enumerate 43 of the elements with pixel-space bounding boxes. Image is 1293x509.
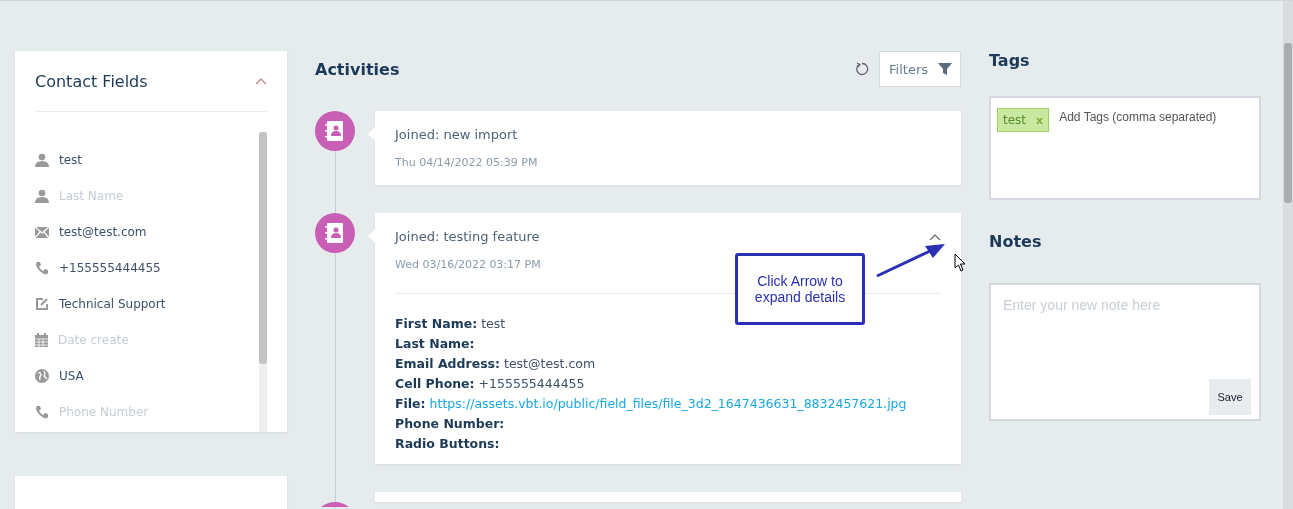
scrollbar[interactable]	[259, 132, 267, 432]
activity-title: Joined: new import	[395, 127, 518, 142]
field-value[interactable]: +155555444455	[59, 261, 161, 275]
globe-icon	[35, 369, 49, 383]
detail-line: First Name: test	[395, 315, 507, 333]
save-button[interactable]: Save	[1209, 379, 1251, 415]
filters-button[interactable]: Filters	[879, 51, 961, 87]
contact-book-icon	[315, 111, 355, 151]
phone-icon	[35, 261, 49, 275]
section-title: Activities	[315, 59, 400, 79]
detail-line: Radio Buttons:	[395, 435, 501, 453]
refresh-icon[interactable]	[855, 62, 870, 76]
detail-line: File: https://assets.vbt.io/public/field_files/file_3d2_1647436631_8832457621.jpg	[395, 395, 908, 413]
activity-title: Joined: testing feature	[395, 229, 540, 244]
envelope-icon	[35, 226, 49, 238]
field-value[interactable]: test	[59, 153, 83, 167]
tags-field[interactable]: test x Add Tags (comma separated)	[989, 96, 1261, 200]
annotation-callout: Click Arrow to expand details	[735, 253, 865, 325]
section-title: Tags	[989, 51, 1031, 70]
edit-icon	[35, 297, 49, 311]
field-value[interactable]: test@test.com	[59, 225, 147, 239]
tag-chip[interactable]: test x	[997, 108, 1050, 132]
file-link[interactable]: https://assets.vbt.io/public/field_files/file_3d2_1647436631_8832457621.jpg	[429, 396, 907, 411]
section-title: Notes	[989, 232, 1043, 251]
chevron-icon[interactable]	[255, 77, 267, 85]
card-title: Contact Fields	[35, 71, 148, 91]
field-value[interactable]: USA	[59, 369, 84, 383]
detail-line: Cell Phone: +155555444455	[395, 375, 586, 393]
person-icon	[35, 189, 49, 203]
filter-icon[interactable]	[938, 62, 952, 76]
activity-date: Thu 04/14/2022 05:39 PM	[395, 156, 538, 169]
caret-icon[interactable]	[929, 232, 941, 241]
phone-icon	[35, 405, 49, 419]
person-icon	[35, 153, 49, 167]
calendar-icon	[35, 333, 48, 347]
scrollbar[interactable]	[1283, 1, 1293, 509]
contact-book-icon	[315, 213, 355, 253]
annotation-arrow	[875, 243, 947, 279]
detail-line: Email Address: test@test.com	[395, 355, 597, 373]
field-value[interactable]: Technical Support	[59, 297, 166, 311]
detail-line: Phone Number:	[395, 415, 506, 433]
detail-line: Last Name:	[395, 335, 476, 353]
activity-date: Wed 03/16/2022 03:17 PM	[395, 258, 541, 271]
